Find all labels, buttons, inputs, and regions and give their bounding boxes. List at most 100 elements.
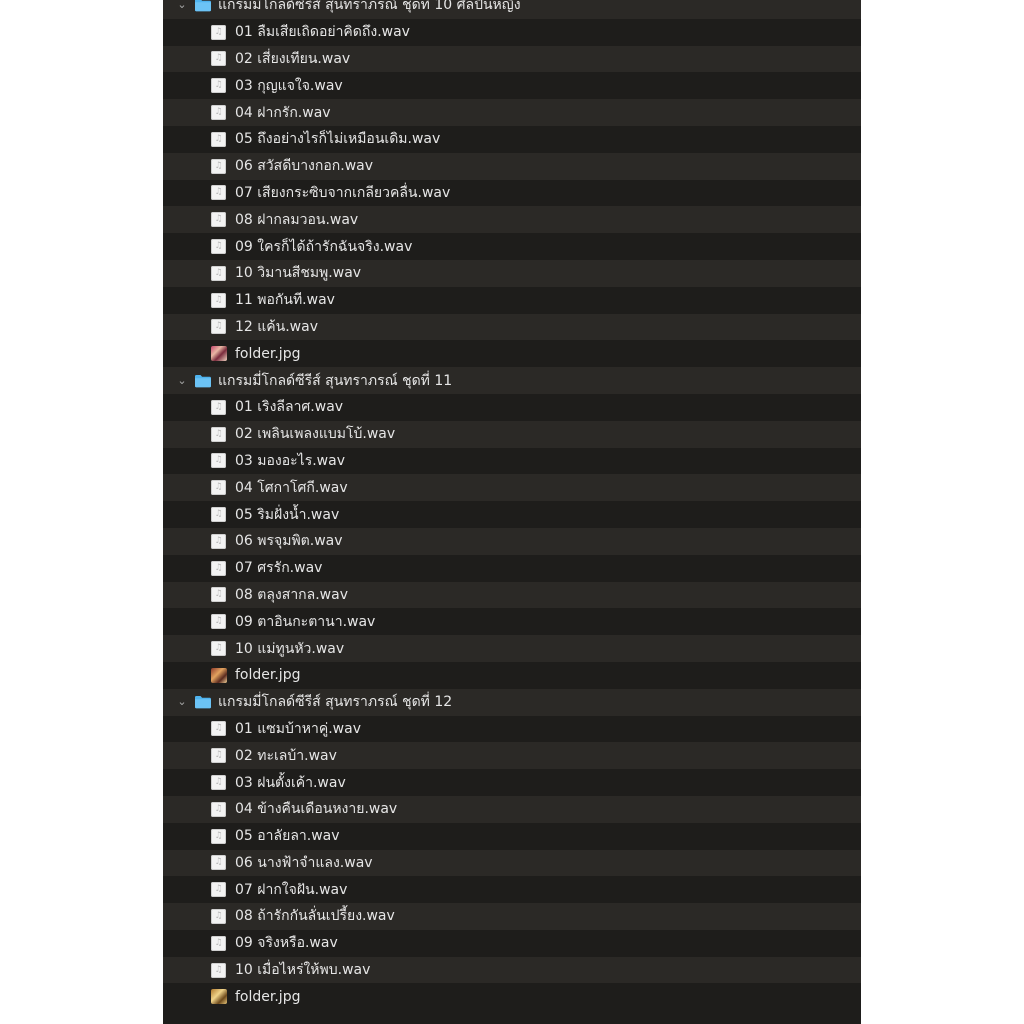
file-list-rows: ⌄ แกรมมี่โกลด์ซีรีส์ สุนทราภรณ์ ชุดที่ 10…	[163, 0, 861, 1011]
file-row[interactable]: 02 ทะเลบ้า.wav	[163, 742, 861, 770]
file-name: 04 โศกาโศกี.wav	[235, 479, 348, 496]
file-row[interactable]: 10 แม่ทูนหัว.wav	[163, 635, 861, 662]
audio-file-icon	[211, 587, 226, 603]
file-row[interactable]: 07 เสียงกระซิบจากเกลียวคลื่น.wav	[163, 179, 861, 207]
file-row[interactable]: 11 พอกันที.wav	[163, 286, 861, 314]
image-file-row[interactable]: folder.jpg	[163, 983, 861, 1011]
file-row[interactable]: 04 ข้างคืนเดือนหงาย.wav	[163, 795, 861, 823]
audio-file-icon	[211, 292, 226, 308]
file-row[interactable]: 04 ฝากรัก.wav	[163, 99, 861, 126]
folder-row[interactable]: ⌄ แกรมมี่โกลด์ซีรีส์ สุนทราภรณ์ ชุดที่ 11	[163, 367, 861, 394]
file-name: 05 อาลัยลา.wav	[235, 828, 340, 845]
file-row[interactable]: 04 โศกาโศกี.wav	[163, 474, 861, 502]
file-name: 09 จริงหรือ.wav	[235, 935, 338, 952]
file-name: 02 เสี่ยงเทียน.wav	[235, 50, 351, 67]
audio-file-icon	[211, 212, 226, 228]
file-row[interactable]: 09 จริงหรือ.wav	[163, 929, 861, 957]
audio-file-icon	[211, 131, 226, 147]
audio-file-icon	[211, 882, 226, 898]
file-row[interactable]: 10 เมื่อไหร่ให้พบ.wav	[163, 956, 861, 984]
file-name: 01 เริงลีลาศ.wav	[235, 399, 344, 416]
audio-file-icon	[211, 614, 226, 630]
file-name: 12 แค้น.wav	[235, 318, 318, 335]
audio-file-icon	[211, 426, 226, 442]
file-row[interactable]: 08 ฝากลมวอน.wav	[163, 206, 861, 234]
audio-file-icon	[211, 399, 226, 415]
image-file-row[interactable]: folder.jpg	[163, 661, 861, 689]
file-name: 08 ตลุงสากล.wav	[235, 586, 348, 603]
folder-name: แกรมมี่โกลด์ซีรีส์ สุนทราภรณ์ ชุดที่ 12	[218, 694, 453, 711]
audio-file-icon	[211, 480, 226, 496]
file-name: 01 ลืมเสียเถิดอย่าคิดถึง.wav	[235, 24, 410, 41]
file-name: 10 เมื่อไหร่ให้พบ.wav	[235, 962, 371, 979]
folder-icon	[194, 374, 212, 388]
file-name: 07 เสียงกระซิบจากเกลียวคลื่น.wav	[235, 184, 451, 201]
image-file-row[interactable]: folder.jpg	[163, 340, 861, 368]
file-row[interactable]: 06 พรจุมพิต.wav	[163, 527, 861, 555]
file-name: 11 พอกันที.wav	[235, 292, 335, 309]
audio-file-icon	[211, 801, 226, 817]
folder-icon	[194, 695, 212, 709]
audio-file-icon	[211, 507, 226, 523]
file-name: 03 ฝนตั้งเค้า.wav	[235, 774, 346, 791]
finder-file-list: ⌄ แกรมมี่โกลด์ซีรีส์ สุนทราภรณ์ ชุดที่ 10…	[163, 0, 861, 1024]
file-row[interactable]: 02 เพลินเพลงแบมโบ้.wav	[163, 420, 861, 448]
file-row[interactable]: 03 มองอะไร.wav	[163, 447, 861, 475]
chevron-down-icon[interactable]: ⌄	[175, 695, 189, 709]
file-name: 03 กุญแจใจ.wav	[235, 77, 343, 94]
audio-file-icon	[211, 533, 226, 549]
file-row[interactable]: 09 ตาอินกะตานา.wav	[163, 608, 861, 636]
file-name: 09 ตาอินกะตานา.wav	[235, 613, 376, 630]
file-row[interactable]: 09 ใครก็ได้ถ้ารักฉันจริง.wav	[163, 233, 861, 260]
audio-file-icon	[211, 78, 226, 94]
file-name: 05 ถึงอย่างไรก็ไม่เหมือนเดิม.wav	[235, 131, 441, 148]
file-row[interactable]: 01 แซมบ้าหาคู่.wav	[163, 715, 861, 743]
file-row[interactable]: 05 ริมฝั่งน้ำ.wav	[163, 501, 861, 528]
file-name: 07 ฝากใจฝัน.wav	[235, 881, 348, 898]
audio-file-icon	[211, 105, 226, 121]
file-name: 10 แม่ทูนหัว.wav	[235, 640, 345, 657]
file-row[interactable]: 06 นางฟ้าจำแลง.wav	[163, 849, 861, 877]
chevron-down-icon[interactable]: ⌄	[175, 374, 189, 388]
file-row[interactable]: 01 ลืมเสียเถิดอย่าคิดถึง.wav	[163, 18, 861, 46]
file-name: folder.jpg	[235, 667, 301, 684]
file-name: 05 ริมฝั่งน้ำ.wav	[235, 506, 340, 523]
file-row[interactable]: 08 ตลุงสากล.wav	[163, 581, 861, 609]
audio-file-icon	[211, 721, 226, 737]
file-name: 10 วิมานสีชมพู.wav	[235, 265, 362, 282]
file-name: 01 แซมบ้าหาคู่.wav	[235, 720, 361, 737]
audio-file-icon	[211, 453, 226, 469]
file-row[interactable]: 01 เริงลีลาศ.wav	[163, 393, 861, 421]
audio-file-icon	[211, 775, 226, 790]
file-row[interactable]: 06 สวัสดีบางกอก.wav	[163, 152, 861, 180]
folder-icon	[194, 0, 212, 12]
file-row[interactable]: 10 วิมานสีชมพู.wav	[163, 259, 861, 287]
image-thumbnail-icon	[211, 989, 227, 1005]
audio-file-icon	[211, 239, 226, 255]
image-thumbnail-icon	[211, 667, 227, 683]
file-row[interactable]: 12 แค้น.wav	[163, 313, 861, 341]
audio-file-icon	[211, 24, 226, 40]
file-row[interactable]: 05 ถึงอย่างไรก็ไม่เหมือนเดิม.wav	[163, 125, 861, 153]
file-row[interactable]: 02 เสี่ยงเทียน.wav	[163, 45, 861, 73]
folder-row[interactable]: ⌄ แกรมมี่โกลด์ซีรีส์ สุนทราภรณ์ ชุดที่ 12	[163, 688, 861, 716]
file-row[interactable]: 05 อาลัยลา.wav	[163, 822, 861, 850]
file-row[interactable]: 03 ฝนตั้งเค้า.wav	[163, 769, 861, 796]
audio-file-icon	[211, 641, 226, 657]
audio-file-icon	[211, 51, 226, 67]
audio-file-icon	[211, 560, 226, 576]
file-name: 08 ฝากลมวอน.wav	[235, 211, 359, 228]
file-row[interactable]: 07 ศรรัก.wav	[163, 554, 861, 582]
audio-file-icon	[211, 962, 226, 978]
chevron-down-icon[interactable]: ⌄	[175, 0, 189, 12]
file-name: folder.jpg	[235, 988, 301, 1005]
file-row[interactable]: 03 กุญแจใจ.wav	[163, 72, 861, 100]
file-name: folder.jpg	[235, 345, 301, 362]
audio-file-icon	[211, 748, 226, 764]
audio-file-icon	[211, 855, 226, 871]
audio-file-icon	[211, 908, 226, 924]
folder-row[interactable]: ⌄ แกรมมี่โกลด์ซีรีส์ สุนทราภรณ์ ชุดที่ 10…	[163, 0, 861, 19]
file-row[interactable]: 07 ฝากใจฝัน.wav	[163, 876, 861, 904]
audio-file-icon	[211, 158, 226, 174]
file-row[interactable]: 08 ถ้ารักกันลั่นเปรี้ยง.wav	[163, 903, 861, 930]
